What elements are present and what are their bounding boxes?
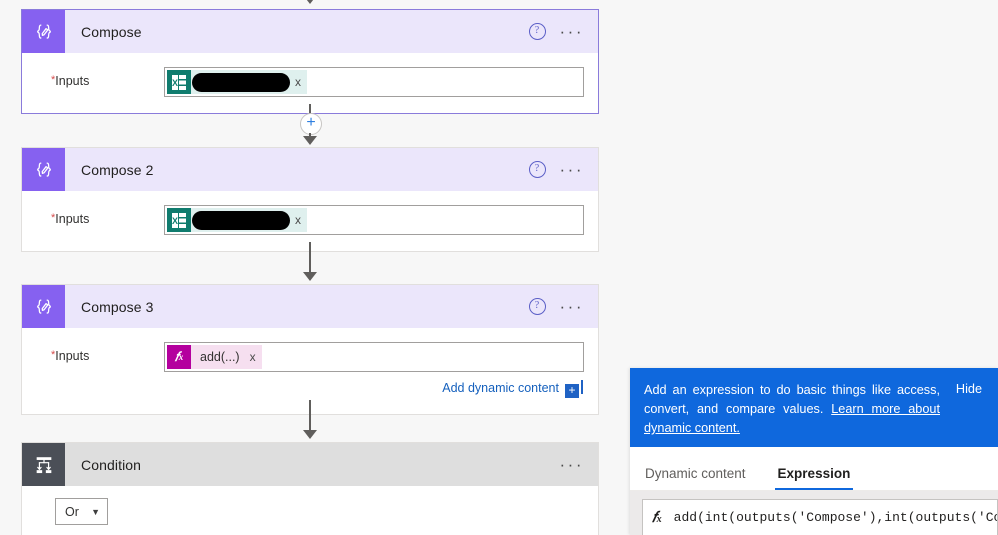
card-compose-3-title: Compose 3: [81, 298, 154, 315]
card-compose-title: Compose: [81, 23, 142, 40]
fx-icon: 𝑓x: [167, 345, 191, 369]
card-compose-2-header[interactable]: Compose 2 ? ···: [22, 148, 598, 191]
expression-editor[interactable]: 𝑓x add(int(outputs('Compose'),int(output…: [642, 499, 998, 535]
connector-arrow-top: [303, 0, 317, 4]
card-condition-title: Condition: [81, 456, 142, 473]
dynamic-content-token[interactable]: X x: [167, 70, 307, 94]
expression-editor-value: add(int(outputs('Compose'),int(outputs('…: [673, 510, 998, 525]
text-caret: [581, 380, 583, 394]
card-compose-2-title: Compose 2: [81, 161, 154, 178]
field-inputs-label: *Inputs: [36, 67, 164, 88]
card-compose[interactable]: Compose ? ··· *Inputs X x: [21, 9, 599, 114]
redacted-token-label: [192, 210, 290, 230]
inputs-field[interactable]: X x: [164, 205, 584, 235]
card-compose-2[interactable]: Compose 2 ? ··· *Inputs X x: [21, 147, 599, 252]
connector-arrow-1: [303, 136, 317, 145]
dynamic-content-token[interactable]: X x: [167, 208, 307, 232]
condition-operator-value: Or: [65, 504, 79, 519]
compose-icon: [22, 10, 65, 53]
redacted-token-label: [192, 72, 290, 92]
field-label-text: Inputs: [55, 212, 90, 226]
expression-panel: Add an expression to do basic things lik…: [630, 368, 998, 535]
card-compose-actions: ? ···: [528, 23, 598, 40]
expression-token[interactable]: 𝑓x add(...) x: [167, 345, 262, 369]
ellipsis-icon[interactable]: ···: [560, 161, 584, 178]
expression-token-label: add(...): [200, 350, 240, 364]
inputs-field[interactable]: 𝑓x add(...) x: [164, 342, 584, 372]
ellipsis-icon[interactable]: ···: [560, 456, 584, 473]
ellipsis-icon[interactable]: ···: [560, 23, 584, 40]
remove-token-icon[interactable]: x: [292, 75, 307, 89]
svg-text:X: X: [172, 78, 178, 88]
connector-arrow-2: [303, 272, 317, 281]
card-compose-3-header[interactable]: Compose 3 ? ···: [22, 285, 598, 328]
remove-token-icon[interactable]: x: [292, 213, 307, 227]
field-inputs: *Inputs X x: [36, 67, 584, 97]
field-inputs: *Inputs 𝑓x add(...) x: [36, 342, 584, 372]
fx-icon: 𝑓x: [652, 509, 662, 526]
excel-file-icon: X: [167, 208, 191, 232]
card-compose-3-actions: ? ···: [528, 298, 598, 315]
card-condition-actions: ···: [560, 456, 598, 473]
flow-designer-canvas: Compose ? ··· *Inputs X x + Compose 2 ? …: [0, 0, 622, 535]
condition-icon: [22, 443, 65, 486]
field-label-text: Inputs: [55, 74, 90, 88]
add-dynamic-content-row: Add dynamic content +: [36, 380, 584, 398]
expression-info-text: Add an expression to do basic things lik…: [644, 381, 940, 438]
card-condition-header[interactable]: Condition ···: [22, 443, 598, 486]
inputs-field[interactable]: X x: [164, 67, 584, 97]
card-condition-body: Or ▼: [22, 498, 598, 535]
expression-input-area: 𝑓x add(int(outputs('Compose'),int(output…: [630, 491, 998, 535]
compose-icon: [22, 148, 65, 191]
tab-expression[interactable]: Expression: [774, 466, 854, 490]
tab-dynamic-content[interactable]: Dynamic content: [642, 466, 749, 490]
expression-info-banner: Add an expression to do basic things lik…: [630, 368, 998, 447]
field-inputs: *Inputs X x: [36, 205, 584, 235]
field-label-text: Inputs: [55, 349, 90, 363]
help-circle-icon[interactable]: ?: [528, 298, 546, 315]
ellipsis-icon[interactable]: ···: [560, 298, 584, 315]
plus-icon[interactable]: +: [565, 384, 579, 398]
field-inputs-label: *Inputs: [36, 205, 164, 226]
hide-banner-button[interactable]: Hide: [956, 382, 982, 396]
condition-operator-select[interactable]: Or ▼: [55, 498, 108, 525]
add-dynamic-content-link[interactable]: Add dynamic content: [442, 381, 559, 395]
card-condition[interactable]: Condition ··· Or ▼: [21, 442, 599, 535]
connector-arrow-3: [303, 430, 317, 439]
add-step-button-1[interactable]: +: [300, 113, 322, 135]
help-circle-icon[interactable]: ?: [528, 161, 546, 178]
remove-token-icon[interactable]: x: [247, 350, 262, 364]
excel-file-icon: X: [167, 70, 191, 94]
card-compose-2-actions: ? ···: [528, 161, 598, 178]
card-compose-header[interactable]: Compose ? ···: [22, 10, 598, 53]
card-compose-3[interactable]: Compose 3 ? ··· *Inputs 𝑓x add(...) x Ad…: [21, 284, 599, 415]
svg-text:X: X: [172, 216, 178, 226]
expression-panel-tabs: Dynamic content Expression: [630, 447, 998, 491]
compose-icon: [22, 285, 65, 328]
chevron-down-icon: ▼: [91, 506, 100, 517]
help-circle-icon[interactable]: ?: [528, 23, 546, 40]
field-inputs-label: *Inputs: [36, 342, 164, 363]
